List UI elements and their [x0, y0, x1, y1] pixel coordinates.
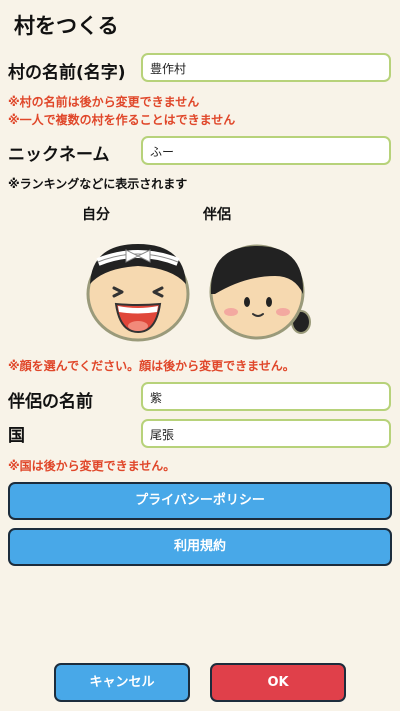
ranking-note: ※ランキングなどに表示されます: [8, 177, 188, 191]
self-face-icon[interactable]: [82, 232, 194, 346]
face-warning: ※顔を選んでください。顔は後から変更できません。: [8, 359, 295, 373]
cancel-button[interactable]: キャンセル: [54, 663, 190, 702]
country-input[interactable]: 尾張: [141, 419, 391, 448]
village-name-input[interactable]: 豊作村: [141, 53, 391, 82]
country-warning: ※国は後から変更できません。: [8, 459, 176, 473]
partner-face-label: 伴侶: [203, 207, 231, 223]
ok-button[interactable]: OK: [210, 663, 346, 702]
country-label: 国: [8, 426, 25, 446]
terms-button[interactable]: 利用規約: [8, 528, 392, 566]
privacy-policy-button[interactable]: プライバシーポリシー: [8, 482, 392, 520]
partner-name-label: 伴侶の名前: [8, 392, 93, 412]
village-name-warning: ※村の名前は後から変更できません: [8, 95, 200, 109]
self-face-label: 自分: [82, 207, 110, 223]
partner-face-icon[interactable]: [205, 236, 317, 346]
partner-name-input[interactable]: 紫: [141, 382, 391, 411]
nickname-label: ニックネーム: [8, 145, 110, 165]
nickname-input[interactable]: ふー: [141, 136, 391, 165]
village-name-label: 村の名前(名字): [8, 63, 126, 83]
single-village-warning: ※一人で複数の村を作ることはできません: [8, 113, 236, 127]
page-title: 村をつくる: [14, 14, 119, 38]
